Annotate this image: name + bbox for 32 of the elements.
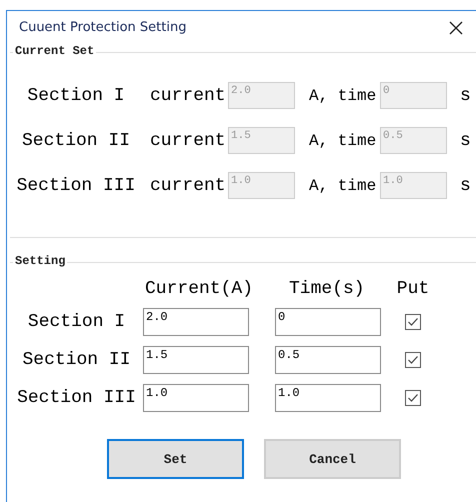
section-label: Section III — [16, 176, 136, 196]
dialog-button[interactable]: Set — [107, 439, 244, 479]
time-field[interactable]: 0.5 — [275, 346, 381, 374]
column-header: Current(A) — [144, 279, 254, 299]
time-label: A, time — [308, 132, 378, 150]
current-field[interactable]: 1.5 — [143, 346, 249, 374]
close-icon[interactable] — [449, 20, 463, 34]
checkbox[interactable] — [405, 390, 421, 406]
checkbox[interactable] — [405, 314, 421, 330]
current-label: current — [149, 176, 227, 196]
unit-label: s — [459, 86, 472, 106]
column-header: Time(s) — [288, 279, 366, 299]
time-label: A, time — [308, 86, 378, 104]
time-field[interactable]: 1.0 — [275, 384, 381, 412]
section-label: Section I — [26, 312, 126, 332]
dialog-button[interactable]: Cancel — [264, 439, 401, 479]
section-label: Section II — [20, 130, 132, 150]
unit-label: s — [459, 130, 472, 150]
unit-label: s — [459, 176, 472, 196]
current-field[interactable]: 2.0 — [143, 308, 249, 336]
window-title: Cuuent Protection Setting — [19, 20, 186, 35]
current-label: current — [149, 130, 227, 150]
group-title: Setting — [13, 254, 68, 268]
current-label: current — [149, 86, 227, 106]
section-label: Section III — [16, 388, 137, 408]
current-field[interactable]: 1.0 — [143, 384, 249, 412]
section-label: Section II — [21, 350, 132, 370]
time-label: A, time — [308, 176, 378, 194]
checkbox[interactable] — [405, 352, 421, 368]
section-label: Section I — [26, 86, 126, 106]
time-field[interactable]: 0 — [275, 308, 381, 336]
column-header: Put — [396, 279, 430, 299]
